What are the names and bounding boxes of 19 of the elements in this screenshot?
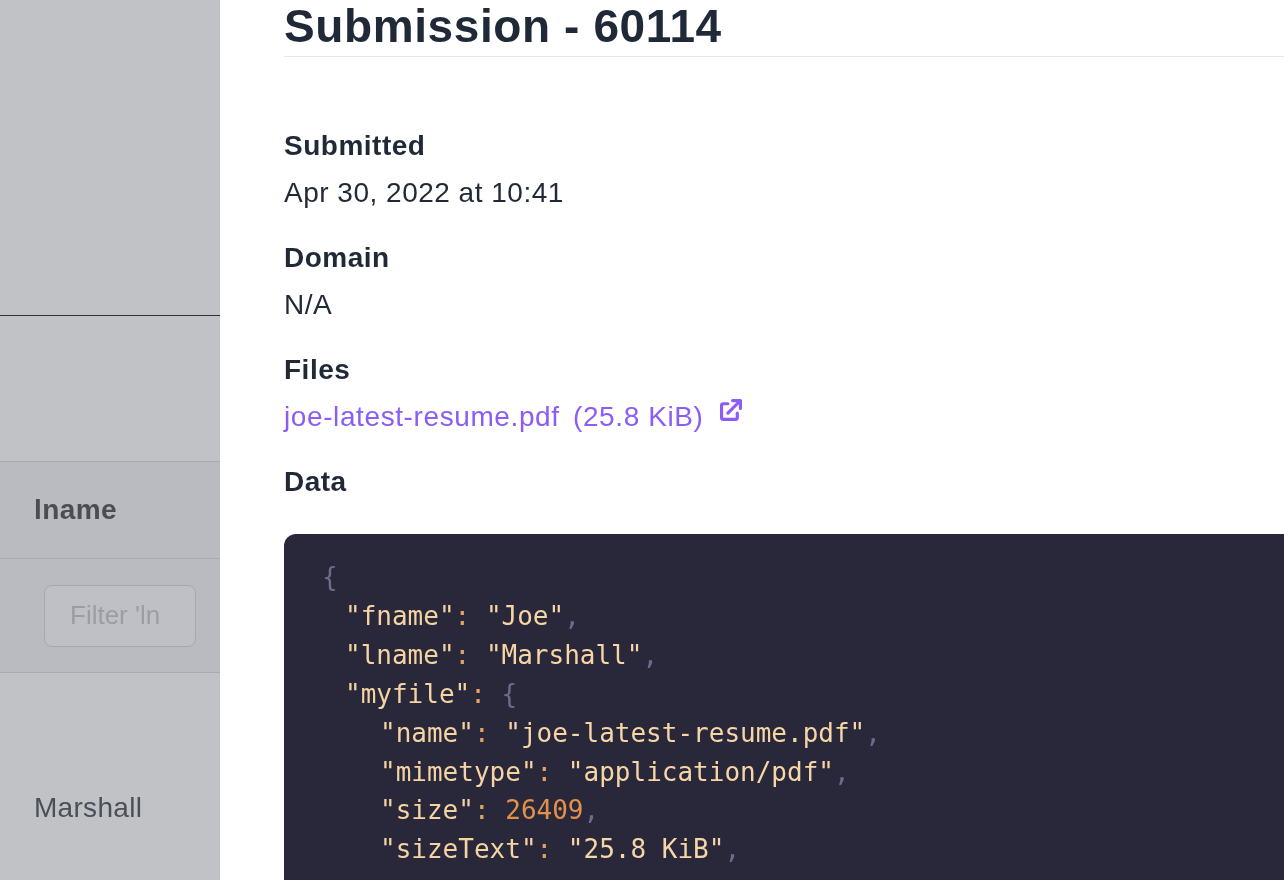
table-cell: Marshall — [34, 792, 143, 823]
code-line: "fname": "Joe", — [345, 599, 580, 633]
code-line: "name": "joe-latest-resume.pdf", — [380, 716, 881, 750]
field-value: Apr 30, 2022 at 10:41 — [284, 176, 564, 210]
file-link[interactable]: joe-latest-resume.pdf (25.8 KiB) — [284, 393, 742, 440]
column-header: lname — [34, 494, 117, 526]
field-label: Domain — [284, 241, 390, 275]
field-label: Submitted — [284, 129, 426, 163]
field-label: Data — [284, 465, 347, 499]
code-line: "lname": "Marshall", — [345, 638, 659, 672]
code-line: { — [322, 561, 338, 594]
code-line: "size": 26409, — [380, 794, 600, 828]
external-link-icon — [719, 398, 742, 421]
code-line: "sizeText": "25.8 KiB", — [380, 833, 741, 867]
page-title: Submission - 60114 — [284, 0, 722, 52]
field-label: Files — [284, 353, 351, 387]
code-line: "mimetype": "application/pdf", — [380, 755, 850, 789]
field-value: N/A — [284, 288, 333, 322]
code-line: "myfile": { — [345, 677, 518, 711]
